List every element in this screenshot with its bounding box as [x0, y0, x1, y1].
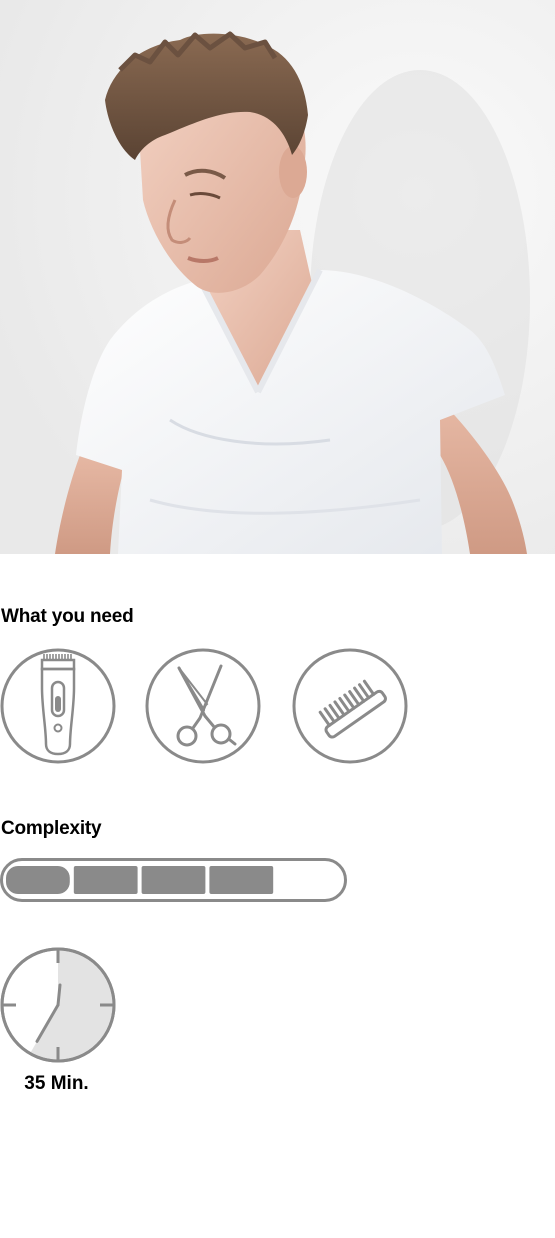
complexity-title: Complexity: [1, 818, 102, 839]
man-white-tshirt-image: [0, 0, 555, 554]
complexity-segment: [209, 866, 274, 894]
complexity-meter: [0, 858, 347, 902]
complexity-segment: [73, 866, 138, 894]
clock-icon: [0, 947, 116, 1063]
hero-photo: [0, 0, 555, 554]
comb-icon: [292, 648, 408, 764]
tools-title: What you need: [1, 606, 134, 627]
duration-label: 35 Min.: [24, 1073, 89, 1094]
scissors-icon: [145, 648, 261, 764]
hair-clipper-icon: [0, 648, 116, 764]
complexity-segment: [141, 866, 206, 894]
complexity-segment: [6, 866, 70, 894]
